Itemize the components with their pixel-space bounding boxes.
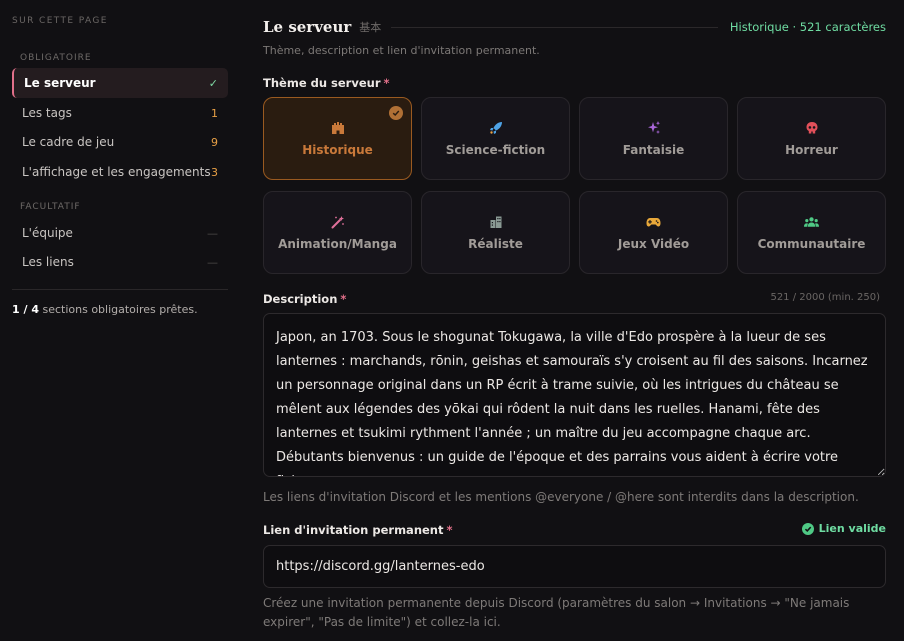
- gamepad-icon: [646, 214, 661, 229]
- description-help: Les liens d'invitation Discord et les me…: [263, 490, 859, 504]
- sidebar-item-label: L'affichage et les engagements: [22, 165, 211, 179]
- progress-text: sections obligatoires prêtes.: [38, 303, 198, 316]
- theme-card-realiste[interactable]: Réaliste: [421, 191, 570, 274]
- section-subtitle: Thème, description et lien d'invitation …: [263, 44, 540, 57]
- theme-card-communautaire[interactable]: Communautaire: [737, 191, 886, 274]
- count-badge: 3: [211, 165, 218, 179]
- theme-label: Horreur: [785, 143, 838, 157]
- theme-label: Animation/Manga: [278, 237, 397, 251]
- theme-label: Historique: [302, 143, 373, 157]
- theme-label: Fantaisie: [622, 143, 685, 157]
- invite-label-text: Lien d'invitation permanent: [263, 523, 444, 537]
- sidebar-item-label: L'équipe: [22, 226, 73, 240]
- sidebar: SUR CETTE PAGE OBLIGATOIRE Le serveur ✓ …: [0, 0, 240, 641]
- required-mark: *: [446, 523, 453, 537]
- theme-card-fantaisie[interactable]: Fantaisie: [579, 97, 728, 180]
- invite-valid-text: Lien valide: [818, 522, 886, 535]
- theme-label: Jeux Vidéo: [617, 237, 690, 251]
- sidebar-item-links[interactable]: Les liens —: [12, 247, 228, 277]
- description-label-text: Description: [263, 292, 338, 306]
- sidebar-item-server[interactable]: Le serveur ✓: [12, 68, 228, 98]
- sections-progress: 1 / 4 sections obligatoires prêtes.: [12, 303, 198, 316]
- check-circle-icon: [801, 522, 814, 535]
- page-title: Le serveur: [263, 18, 352, 36]
- theme-label: Science-fiction: [445, 143, 546, 157]
- sidebar-divider: [12, 289, 228, 290]
- sidebar-item-team[interactable]: L'équipe —: [12, 218, 228, 248]
- section-header: Le serveur 基本 Historique · 521 caractère…: [263, 16, 886, 38]
- empty-badge: —: [207, 255, 218, 269]
- sidebar-item-display[interactable]: L'affichage et les engagements 3: [12, 157, 228, 187]
- sparkles-icon: [646, 120, 661, 135]
- castle-icon: [330, 120, 345, 135]
- count-badge: 1: [211, 106, 218, 120]
- sidebar-item-label: Le serveur: [24, 76, 96, 90]
- theme-card-science-fiction[interactable]: Science-fiction: [421, 97, 570, 180]
- theme-card-animation-manga[interactable]: Animation/Manga: [263, 191, 412, 274]
- sidebar-item-setting[interactable]: Le cadre de jeu 9: [12, 127, 228, 157]
- invite-link-input[interactable]: [263, 545, 886, 588]
- theme-card-historique[interactable]: Historique: [263, 97, 412, 180]
- theme-label: Thème du serveur *: [263, 76, 390, 90]
- description-counter: 521 / 2000 (min. 250): [770, 292, 880, 303]
- theme-card-jeux-video[interactable]: Jeux Vidéo: [579, 191, 728, 274]
- empty-badge: —: [207, 226, 218, 240]
- required-mark: *: [340, 292, 347, 306]
- invite-label: Lien d'invitation permanent *: [263, 523, 453, 537]
- sidebar-header: SUR CETTE PAGE: [12, 16, 108, 26]
- check-icon: [389, 106, 403, 120]
- required-mark: *: [383, 76, 390, 90]
- group-label-optional: FACULTATIF: [20, 202, 81, 212]
- theme-label: Communautaire: [757, 237, 866, 251]
- section-status: Historique · 521 caractères: [729, 20, 886, 34]
- sidebar-item-label: Les liens: [22, 255, 74, 269]
- invite-help: Créez une invitation permanente depuis D…: [263, 596, 850, 629]
- theme-label: Réaliste: [468, 237, 523, 251]
- sidebar-item-tags[interactable]: Les tags 1: [12, 98, 228, 128]
- users-icon: [804, 214, 819, 229]
- theme-grid: Historique Science-fiction Fantaisie Hor…: [263, 97, 886, 274]
- building-icon: [488, 214, 503, 229]
- title-divider: [391, 26, 718, 28]
- title-kanji: 基本: [359, 21, 382, 34]
- rocket-icon: [488, 120, 503, 135]
- invite-valid-status: Lien valide: [801, 522, 886, 535]
- magic-wand-icon: [330, 214, 345, 229]
- description-label: Description *: [263, 292, 346, 306]
- count-badge: 9: [211, 135, 218, 149]
- check-icon: ✓: [208, 76, 218, 90]
- progress-count: 1 / 4: [12, 303, 39, 316]
- sidebar-item-label: Le cadre de jeu: [22, 135, 115, 149]
- description-textarea[interactable]: Japon, an 1703. Sous le shogunat Tokugaw…: [263, 313, 886, 477]
- sidebar-item-label: Les tags: [22, 106, 72, 120]
- skull-icon: [804, 120, 819, 135]
- theme-label-text: Thème du serveur: [263, 76, 381, 90]
- theme-card-horreur[interactable]: Horreur: [737, 97, 886, 180]
- group-label-required: OBLIGATOIRE: [20, 53, 92, 63]
